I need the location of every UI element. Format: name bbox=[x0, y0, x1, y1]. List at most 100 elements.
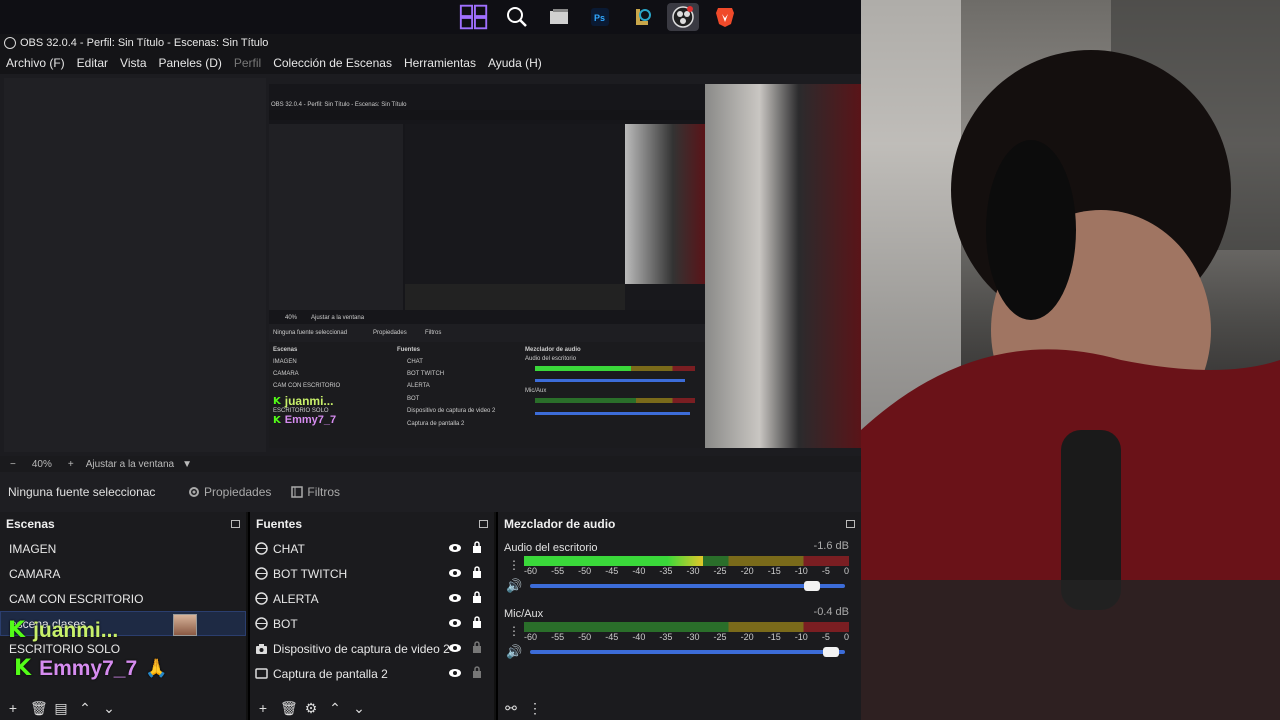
more-options-icon[interactable]: ⋮ bbox=[508, 624, 520, 638]
zoom-out-button[interactable]: − bbox=[10, 459, 16, 470]
scene-item[interactable]: CAM CON ESCRITORIO bbox=[0, 586, 246, 611]
menu-ayuda[interactable]: Ayuda (H) bbox=[482, 56, 548, 70]
filters-button[interactable]: Filtros bbox=[291, 485, 340, 499]
scene-item[interactable]: CAMARA bbox=[0, 561, 246, 586]
fit-to-window-select[interactable]: Ajustar a la ventana bbox=[86, 459, 174, 470]
eye-icon[interactable] bbox=[448, 667, 462, 681]
sources-header: Fuentes bbox=[250, 512, 494, 536]
obs-icon[interactable] bbox=[667, 3, 699, 31]
move-down-icon[interactable]: ⌄ bbox=[352, 700, 366, 717]
zoom-in-button[interactable]: + bbox=[68, 459, 74, 470]
unlock-icon[interactable] bbox=[472, 641, 482, 656]
meter-tick-label: -5 bbox=[821, 632, 830, 642]
undock-icon[interactable] bbox=[231, 520, 240, 528]
trash-icon[interactable]: 🗑 bbox=[30, 700, 48, 717]
source-item[interactable]: BOT TWITCH bbox=[250, 561, 494, 586]
nested-docks-deep bbox=[405, 284, 625, 310]
filter-icon[interactable]: ▤ bbox=[54, 700, 68, 717]
browser-source-icon bbox=[254, 617, 268, 631]
nested-badge-1: Kjuanmi... bbox=[273, 394, 334, 408]
avatar bbox=[173, 614, 197, 636]
meter-tick-label: -40 bbox=[632, 566, 646, 576]
volume-knob[interactable] bbox=[822, 647, 839, 657]
menu-coleccion-escenas[interactable]: Colección de Escenas bbox=[267, 56, 398, 70]
nested-webcam bbox=[705, 84, 861, 448]
nested-badge-1-text: juanmi... bbox=[284, 394, 334, 408]
volume-slider[interactable] bbox=[530, 581, 845, 591]
source-item[interactable]: CHAT bbox=[250, 536, 494, 561]
undock-icon[interactable] bbox=[846, 520, 855, 528]
mixer-channel-mic: Mic/Aux -0.4 dB ⋮ -60 -55 -50 -45 -40 -35 -30-… bbox=[504, 606, 849, 668]
window-title: OBS 32.0.4 - Perfil: Sin Título - Escena… bbox=[20, 37, 269, 49]
add-source-button[interactable]: + bbox=[256, 700, 270, 716]
meter-tick-label: -30 bbox=[686, 632, 700, 642]
move-up-icon[interactable]: ⌃ bbox=[78, 700, 92, 717]
source-item[interactable]: ALERTA bbox=[250, 586, 494, 611]
lock-icon[interactable] bbox=[472, 591, 482, 606]
sources-footer: + 🗑 ⚙ ⌃ ⌄ bbox=[250, 696, 494, 720]
menu-perfil[interactable]: Perfil bbox=[228, 56, 267, 70]
volume-knob[interactable] bbox=[803, 581, 820, 591]
eye-icon[interactable] bbox=[448, 617, 462, 631]
undock-icon[interactable] bbox=[479, 520, 488, 528]
audio-meter bbox=[524, 622, 849, 632]
nested-obs-capture: OBS 32.0.4 - Perfil: Sin Título - Escena… bbox=[269, 84, 705, 448]
mixer-title: Mezclador de audio bbox=[504, 517, 616, 531]
source-item[interactable]: Captura de pantalla 2 bbox=[250, 661, 494, 686]
eye-icon[interactable] bbox=[448, 642, 462, 656]
menu-herramientas[interactable]: Herramientas bbox=[398, 56, 482, 70]
lock-icon[interactable] bbox=[472, 566, 482, 581]
scenes-dock: Escenas IMAGEN CAMARA CAM CON ESCRITORIO… bbox=[0, 512, 248, 720]
source-label: Dispositivo de captura de video 2 bbox=[273, 641, 450, 656]
nested-src-6: Captura de pantalla 2 bbox=[407, 421, 465, 427]
lock-icon[interactable] bbox=[472, 616, 482, 631]
eye-icon[interactable] bbox=[448, 567, 462, 581]
eye-icon[interactable] bbox=[448, 542, 462, 556]
preview-canvas[interactable]: OBS 32.0.4 - Perfil: Sin Título - Escena… bbox=[269, 84, 861, 448]
meter-tick-label: 0 bbox=[843, 632, 849, 642]
nested-menu bbox=[269, 110, 705, 120]
source-item[interactable]: Dispositivo de captura de video 2 bbox=[250, 636, 494, 661]
gear-icon[interactable]: ⚙ bbox=[304, 700, 318, 717]
speaker-icon[interactable]: 🔊 bbox=[506, 644, 522, 660]
menu-vista[interactable]: Vista bbox=[114, 56, 152, 70]
chevron-down-icon[interactable]: ▼ bbox=[182, 459, 192, 470]
speaker-icon[interactable]: 🔊 bbox=[506, 578, 522, 594]
eye-icon[interactable] bbox=[448, 592, 462, 606]
nested-ch1: Audio del escritorio bbox=[525, 356, 577, 362]
properties-button[interactable]: Propiedades bbox=[188, 485, 271, 499]
trash-icon[interactable]: 🗑 bbox=[280, 700, 298, 717]
meter-tick-label: -20 bbox=[740, 566, 754, 576]
photoshop-icon[interactable]: Ps bbox=[584, 3, 616, 31]
scene-item[interactable]: IMAGEN bbox=[0, 536, 246, 561]
nested-mixer-title: Mezclador de audio bbox=[525, 347, 581, 353]
filter-icon bbox=[291, 486, 304, 498]
menu-paneles[interactable]: Paneles (D) bbox=[153, 56, 228, 70]
menu-editar[interactable]: Editar bbox=[71, 56, 114, 70]
add-scene-button[interactable]: + bbox=[6, 700, 20, 716]
source-item[interactable]: BOT bbox=[250, 611, 494, 636]
windows-icon[interactable] bbox=[458, 3, 490, 31]
kick-icon: K bbox=[14, 656, 32, 681]
search-icon[interactable] bbox=[501, 3, 533, 31]
menu-archivo[interactable]: Archivo (F) bbox=[0, 56, 71, 70]
link-icon[interactable]: ⚯ bbox=[504, 700, 518, 717]
volume-slider[interactable] bbox=[530, 647, 845, 657]
preview-area[interactable]: OBS 32.0.4 - Perfil: Sin Título - Escena… bbox=[0, 74, 861, 456]
brave-icon[interactable] bbox=[709, 3, 741, 31]
lock-icon[interactable] bbox=[472, 541, 482, 556]
unlock-icon[interactable] bbox=[472, 666, 482, 681]
nested-src-1: CHAT bbox=[407, 359, 423, 365]
meter-tick-label: -15 bbox=[767, 566, 781, 576]
nested-scene-3: CAM CON ESCRITORIO bbox=[273, 383, 341, 389]
nested-badge-2: K Emmy7_7 bbox=[273, 414, 337, 426]
more-options-icon[interactable]: ⋮ bbox=[508, 558, 520, 572]
channel-db: -0.4 dB bbox=[813, 606, 849, 618]
nested-ch2: Mic/Aux bbox=[525, 388, 547, 394]
move-up-icon[interactable]: ⌃ bbox=[328, 700, 342, 717]
taskbar: Ps bbox=[0, 0, 861, 34]
task-view-icon[interactable] bbox=[543, 3, 575, 31]
move-down-icon[interactable]: ⌄ bbox=[102, 700, 116, 717]
more-options-icon[interactable]: ⋮ bbox=[528, 700, 542, 717]
league-icon[interactable] bbox=[626, 3, 658, 31]
